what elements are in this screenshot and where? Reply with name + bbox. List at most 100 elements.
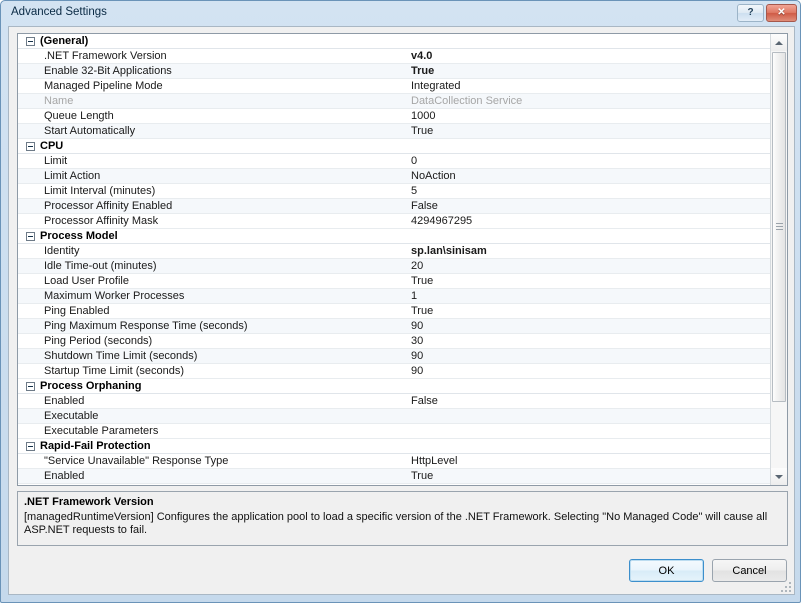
property-grid[interactable]: (General) .NET Framework Version v4.0 Enabl… <box>17 33 788 486</box>
collapse-minus-icon[interactable] <box>26 232 35 241</box>
property-row[interactable]: Load User Profile True <box>18 274 770 289</box>
property-value[interactable]: 30 <box>411 334 423 349</box>
scrollbar-thumb[interactable] <box>772 52 786 402</box>
property-row[interactable]: Executable Parameters <box>18 424 770 439</box>
property-category-label: Process Orphaning <box>40 380 142 392</box>
close-icon: ✕ <box>777 7 786 18</box>
property-value[interactable]: 0 <box>411 154 417 169</box>
property-name: Processor Affinity Enabled <box>44 200 173 212</box>
property-name: Processor Affinity Mask <box>44 215 159 227</box>
property-value[interactable]: 20 <box>411 259 423 274</box>
property-row[interactable]: Maximum Worker Processes 1 <box>18 289 770 304</box>
property-value[interactable]: 90 <box>411 349 423 364</box>
property-name: Load User Profile <box>44 275 129 287</box>
property-value[interactable]: sp.lan\sinisam <box>411 244 487 259</box>
property-value[interactable]: 1000 <box>411 109 435 124</box>
property-value[interactable]: False <box>411 199 438 214</box>
property-row[interactable]: Processor Affinity Enabled False <box>18 199 770 214</box>
collapse-minus-icon[interactable] <box>26 142 35 151</box>
property-name: Enable 32-Bit Applications <box>44 65 172 77</box>
triangle-up-icon <box>775 40 783 45</box>
resize-grip-icon[interactable] <box>780 581 791 592</box>
property-name: Limit <box>44 155 68 167</box>
property-name: Name <box>44 95 74 107</box>
property-value[interactable]: 90 <box>411 319 423 334</box>
property-row[interactable]: Limit Action NoAction <box>18 169 770 184</box>
property-value[interactable]: 5 <box>411 484 417 485</box>
collapse-minus-icon[interactable] <box>26 442 35 451</box>
property-category-row[interactable]: Process Orphaning <box>18 379 770 394</box>
property-value[interactable]: True <box>411 304 433 319</box>
property-value[interactable]: 90 <box>411 364 423 379</box>
property-category-row[interactable]: CPU <box>18 139 770 154</box>
property-row[interactable]: Failure Interval (minutes) 5 <box>18 484 770 485</box>
property-row[interactable]: .NET Framework Version v4.0 <box>18 49 770 64</box>
property-row[interactable]: Processor Affinity Mask 4294967295 <box>18 214 770 229</box>
property-row[interactable]: "Service Unavailable" Response Type HttpL… <box>18 454 770 469</box>
property-grid-rows: (General) .NET Framework Version v4.0 Enabl… <box>18 34 770 485</box>
property-name: Maximum Worker Processes <box>44 290 185 302</box>
question-mark-icon: ? <box>747 7 754 18</box>
property-name: Limit Interval (minutes) <box>44 185 156 197</box>
dialog-body: (General) .NET Framework Version v4.0 Enabl… <box>8 26 795 595</box>
property-name: .NET Framework Version <box>44 50 167 62</box>
property-row[interactable]: Ping Maximum Response Time (seconds) 90 <box>18 319 770 334</box>
property-row[interactable]: Limit 0 <box>18 154 770 169</box>
property-row[interactable]: Identity sp.lan\sinisam <box>18 244 770 259</box>
collapse-minus-icon[interactable] <box>26 37 35 46</box>
property-value[interactable]: Integrated <box>411 79 461 94</box>
close-button[interactable]: ✕ <box>766 4 797 22</box>
property-name: Executable Parameters <box>44 425 159 437</box>
cancel-button-label: Cancel <box>732 564 767 577</box>
property-row[interactable]: Limit Interval (minutes) 5 <box>18 184 770 199</box>
collapse-minus-icon[interactable] <box>26 382 35 391</box>
property-row[interactable]: Ping Period (seconds) 30 <box>18 334 770 349</box>
property-name: Identity <box>44 245 80 257</box>
property-row[interactable]: Start Automatically True <box>18 124 770 139</box>
property-row[interactable]: Enabled False <box>18 394 770 409</box>
help-button[interactable]: ? <box>737 4 764 22</box>
scroll-up-button[interactable] <box>771 34 787 51</box>
property-category-row[interactable]: (General) <box>18 34 770 49</box>
property-value[interactable]: NoAction <box>411 169 456 184</box>
scrollbar-grip-icon <box>776 223 783 231</box>
title-bar[interactable]: Advanced Settings ? ✕ <box>1 1 801 26</box>
description-text: [managedRuntimeVersion] Configures the a… <box>24 511 768 536</box>
property-row[interactable]: Ping Enabled True <box>18 304 770 319</box>
property-value[interactable]: HttpLevel <box>411 454 457 469</box>
property-row[interactable]: Queue Length 1000 <box>18 109 770 124</box>
dialog-button-bar: OK Cancel <box>9 559 796 584</box>
property-value[interactable]: 1 <box>411 289 417 304</box>
ok-button[interactable]: OK <box>629 559 704 582</box>
property-row[interactable]: Name DataCollection Service <box>18 94 770 109</box>
property-name: "Service Unavailable" Response Type <box>44 455 229 467</box>
vertical-scrollbar[interactable] <box>770 34 787 485</box>
property-row[interactable]: Managed Pipeline Mode Integrated <box>18 79 770 94</box>
property-row[interactable]: Shutdown Time Limit (seconds) 90 <box>18 349 770 364</box>
property-row[interactable]: Enable 32-Bit Applications True <box>18 64 770 79</box>
property-name: Startup Time Limit (seconds) <box>44 365 184 377</box>
property-category-row[interactable]: Rapid-Fail Protection <box>18 439 770 454</box>
property-row[interactable]: Executable <box>18 409 770 424</box>
property-value[interactable]: DataCollection Service <box>411 94 522 109</box>
cancel-button[interactable]: Cancel <box>712 559 787 582</box>
property-value[interactable]: True <box>411 469 433 484</box>
property-row[interactable]: Startup Time Limit (seconds) 90 <box>18 364 770 379</box>
property-value[interactable]: v4.0 <box>411 49 432 64</box>
property-grid-viewport: (General) .NET Framework Version v4.0 Enabl… <box>18 34 770 485</box>
advanced-settings-dialog: Advanced Settings ? ✕ (General) .NET Fram… <box>0 0 801 603</box>
property-value[interactable]: 5 <box>411 184 417 199</box>
property-value[interactable]: True <box>411 124 433 139</box>
property-category-row[interactable]: Process Model <box>18 229 770 244</box>
property-value[interactable]: False <box>411 394 438 409</box>
property-category-label: (General) <box>40 35 89 47</box>
property-row[interactable]: Idle Time-out (minutes) 20 <box>18 259 770 274</box>
property-row[interactable]: Enabled True <box>18 469 770 484</box>
property-value[interactable]: True <box>411 274 433 289</box>
property-value[interactable]: True <box>411 64 434 79</box>
property-value[interactable]: 4294967295 <box>411 214 472 229</box>
property-name: Enabled <box>44 470 85 482</box>
scroll-down-button[interactable] <box>771 468 787 485</box>
property-name: Start Automatically <box>44 125 136 137</box>
ok-button-label: OK <box>658 564 675 577</box>
